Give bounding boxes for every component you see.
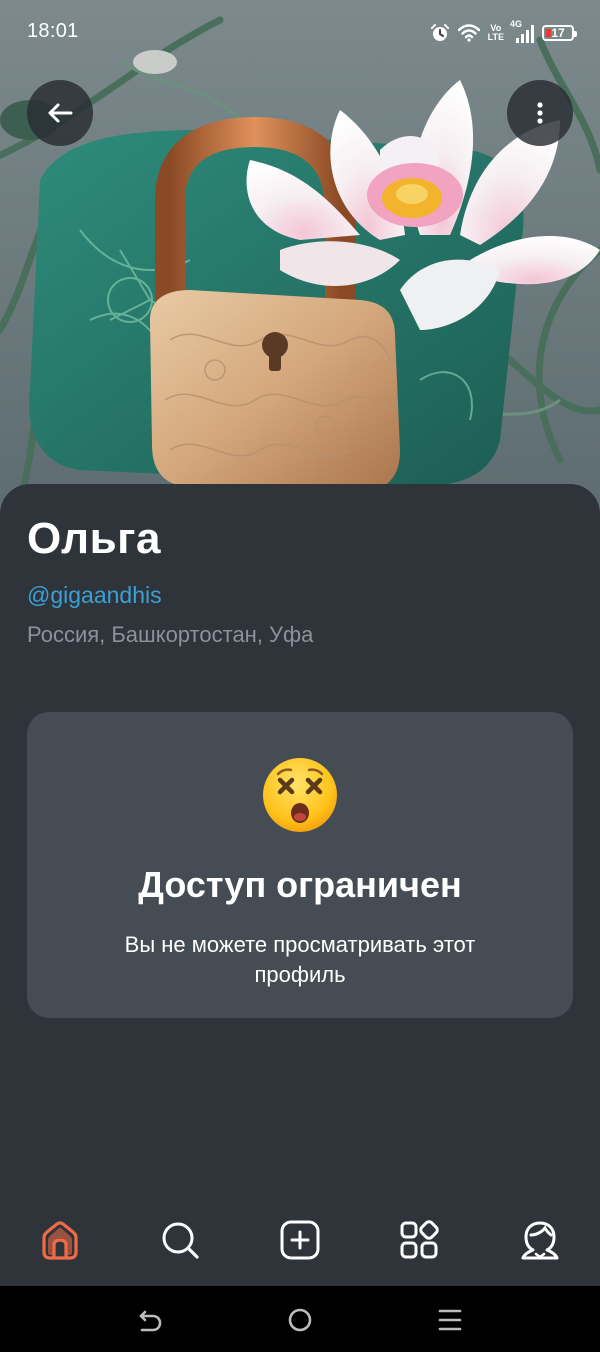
back-button[interactable] <box>27 80 93 146</box>
back-nav-icon <box>139 1310 162 1332</box>
signal-bars <box>516 25 534 43</box>
arrow-left-icon <box>48 103 73 123</box>
tab-search[interactable] <box>156 1216 204 1264</box>
status-time: 18:01 <box>27 20 79 42</box>
recents-nav-icon <box>438 1309 462 1331</box>
wifi-icon <box>457 24 480 42</box>
more-vertical-icon <box>537 102 543 124</box>
access-restricted-card: Доступ ограничен Вы не можете просматрив… <box>27 712 573 1018</box>
home-nav-icon <box>288 1308 312 1332</box>
system-recents-button[interactable] <box>436 1306 464 1334</box>
tab-profile[interactable] <box>516 1216 564 1264</box>
profile-icon <box>521 1221 559 1260</box>
bottom-tab-bar <box>0 1196 600 1286</box>
profile-handle-link[interactable]: @gigaandhis <box>27 582 162 609</box>
battery-fill <box>546 29 551 37</box>
system-home-button[interactable] <box>286 1306 314 1334</box>
signal-icon: 4G <box>510 19 534 44</box>
padlock-lily-illustration <box>0 0 600 520</box>
restricted-message: Вы не можете просматривать этот профиль <box>124 932 476 987</box>
search-icon <box>162 1222 199 1259</box>
home-icon <box>42 1221 78 1260</box>
profile-screen: 18:01 Vo LTE 4G 17 Ольга @gigaandhis Рос… <box>0 0 600 1352</box>
status-icons: Vo LTE 4G 17 <box>430 19 577 46</box>
profile-sheet: Ольга @gigaandhis Россия, Башкортостан, … <box>0 484 600 1284</box>
tab-services[interactable] <box>396 1216 444 1264</box>
battery-level: 17 <box>551 26 565 40</box>
restricted-title: Доступ ограничен <box>138 864 462 905</box>
profile-location: Россия, Башкортостан, Уфа <box>27 622 314 647</box>
add-post-icon <box>280 1220 320 1260</box>
system-nav-bar <box>0 1286 600 1352</box>
tab-add-post[interactable] <box>276 1216 324 1264</box>
dizzy-face-emoji-icon <box>263 758 337 832</box>
alarm-icon <box>430 24 449 41</box>
dizzy-face-emoji <box>261 756 339 834</box>
tab-home[interactable] <box>36 1216 84 1264</box>
services-icon <box>400 1220 439 1259</box>
status-bar: 18:01 Vo LTE 4G 17 <box>0 0 600 64</box>
more-options-button[interactable] <box>507 80 573 146</box>
profile-name: Ольга <box>27 514 161 563</box>
battery-icon: 17 <box>542 25 577 41</box>
system-back-button[interactable] <box>136 1306 164 1334</box>
volte-bottom-label: LTE <box>487 32 504 42</box>
volte-icon: Vo LTE <box>488 24 504 42</box>
profile-cover-image <box>0 0 600 520</box>
